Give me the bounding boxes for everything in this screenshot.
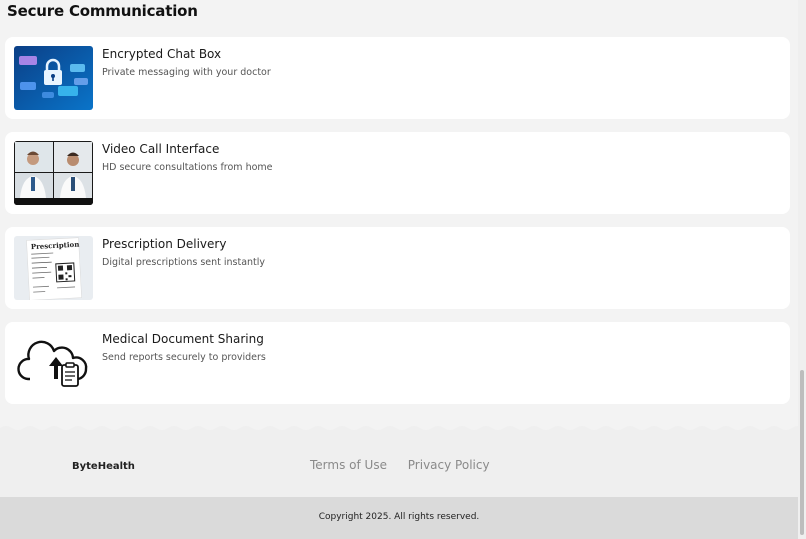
feature-card-encrypted-chat[interactable]: Encrypted Chat Box Private messaging wit…	[5, 37, 790, 119]
card-description: Private messaging with your doctor	[102, 67, 271, 78]
scrollbar-thumb[interactable]	[800, 370, 804, 535]
cloud-upload-document-icon	[14, 331, 93, 395]
video-call-image	[14, 141, 93, 205]
feature-card-document-sharing[interactable]: Medical Document Sharing Send reports se…	[5, 322, 790, 404]
card-description: HD secure consultations from home	[102, 162, 273, 173]
prescription-image: Prescription	[14, 236, 93, 300]
card-description: Send reports securely to providers	[102, 352, 266, 363]
section-title: Secure Communication	[7, 2, 198, 20]
feature-card-list: Encrypted Chat Box Private messaging wit…	[5, 37, 790, 417]
page-scrollbar[interactable]	[798, 0, 806, 539]
privacy-policy-link[interactable]: Privacy Policy	[408, 458, 490, 472]
terms-of-use-link[interactable]: Terms of Use	[310, 458, 387, 472]
card-description: Digital prescriptions sent instantly	[102, 257, 266, 268]
encrypted-chat-image	[14, 46, 93, 110]
footer-links: Terms of Use Privacy Policy	[310, 458, 507, 472]
card-title: Encrypted Chat Box	[102, 47, 222, 61]
footer: ByteHealth Terms of Use Privacy Policy	[0, 430, 798, 497]
card-title: Prescription Delivery	[102, 237, 227, 251]
feature-card-video-call[interactable]: Video Call Interface HD secure consultat…	[5, 132, 790, 214]
feature-card-prescription[interactable]: Prescription Prescription Delivery Digit…	[5, 227, 790, 309]
card-title: Video Call Interface	[102, 142, 220, 156]
copyright-bar: Copyright 2025. All rights reserved.	[0, 497, 798, 539]
page: Secure Communication Encrypted Chat Box …	[0, 0, 798, 539]
copyright-text: Copyright 2025. All rights reserved.	[318, 512, 480, 522]
footer-brand[interactable]: ByteHealth	[72, 461, 135, 472]
card-title: Medical Document Sharing	[102, 332, 264, 346]
